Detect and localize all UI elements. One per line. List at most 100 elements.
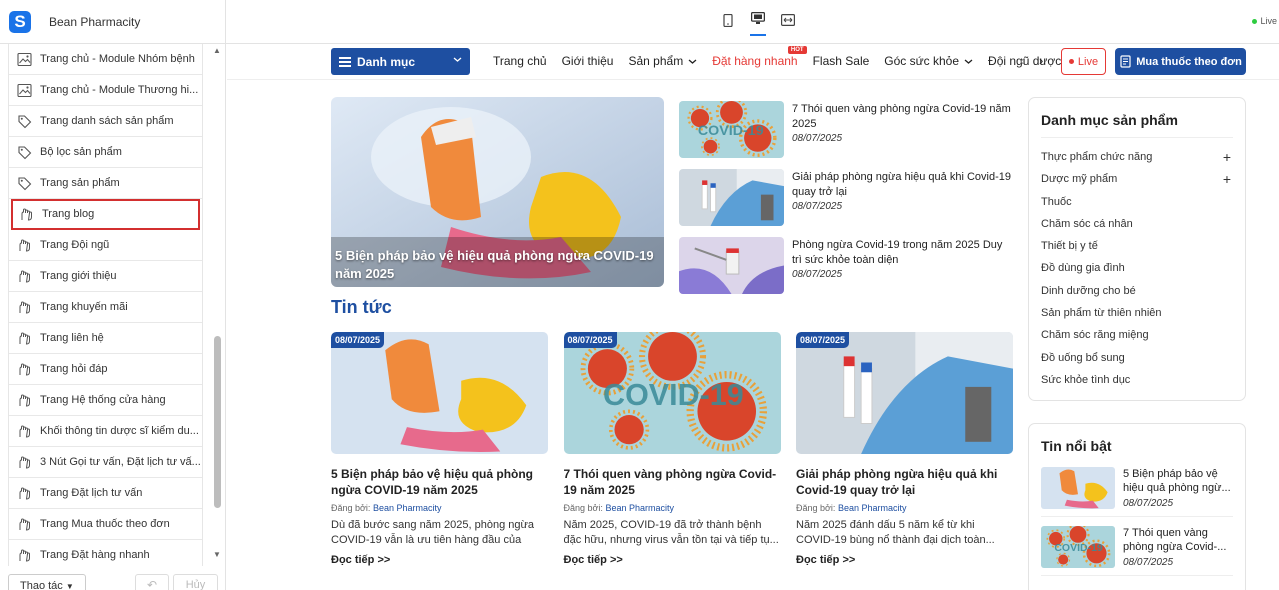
side-news-item[interactable]: Phòng ngừa Covid-19 trong năm 2025 Duy t… [679,237,1019,305]
sidebar-item[interactable]: Trang hỏi đáp [9,354,202,385]
category-item[interactable]: Sức khỏe tình dục [1041,369,1245,391]
category-label[interactable]: Sức khỏe tình dục [1041,374,1130,386]
category-label[interactable]: Thiết bị y tế [1041,240,1098,252]
side-news-thumbnail[interactable] [679,169,784,226]
sidebar-item[interactable]: Trang Đặt lịch tư vấn [9,478,202,509]
side-news-title[interactable]: 7 Thói quen vàng phòng ngừa Covid-19 năm… [792,102,1014,132]
nav-item[interactable]: Giới thiệu [562,54,614,68]
category-item[interactable]: Sản phẩm từ thiên nhiên [1041,302,1245,324]
category-label[interactable]: Chăm sóc răng miệng [1041,329,1149,341]
hand-icon [19,362,30,376]
featured-item[interactable]: COVID-19 7 Thói quen vàng phòng ngừa Cov… [1041,517,1233,576]
category-item[interactable]: Thuốc [1041,191,1245,213]
featured-thumbnail[interactable] [1041,467,1115,509]
news-card[interactable]: 08/07/2025 5 Biện pháp bảo vệ hiệu quả p… [331,332,548,566]
sidebar-item[interactable]: Trang khuyến mãi [9,292,202,323]
live-button[interactable]: Live [1061,48,1106,75]
scrollbar-thumb[interactable] [214,336,221,508]
fullscreen-view-icon[interactable] [780,12,796,28]
sidebar-item[interactable]: 3 Nút Gọi tư vấn, Đặt lịch tư vấ... [9,447,202,478]
featured-title-text[interactable]: 5 Biện pháp bảo vệ hiệu quả phòng ngừ... [1123,467,1235,495]
category-item[interactable]: Dinh dưỡng cho bé [1041,280,1245,302]
nav-item[interactable]: Trang chủ [493,54,547,68]
news-card-title[interactable]: 7 Thói quen vàng phòng ngừa Covid-19 năm… [564,466,781,498]
news-card-title[interactable]: 5 Biện pháp bảo vệ hiệu quả phòng ngừa C… [331,466,548,498]
author-name[interactable]: Bean Pharmacity [373,503,442,513]
category-item[interactable]: Đồ uống bổ sung [1041,347,1245,369]
actions-dropdown[interactable]: Thao tác ▼ [8,574,86,590]
category-label[interactable]: Dinh dưỡng cho bé [1041,285,1136,297]
buy-prescription-button[interactable]: Mua thuốc theo đơn [1115,48,1246,75]
sidebar-item[interactable]: Trang Mua thuốc theo đơn [9,509,202,540]
sidebar-item[interactable]: Trang Đội ngũ [9,230,202,261]
nav-item[interactable]: Đặt hàng nhanh HOT [712,46,807,68]
side-news-title[interactable]: Giải pháp phòng ngừa hiệu quả khi Covid-… [792,170,1014,200]
news-card[interactable]: 08/07/2025 Giải pháp phòng ngừa hiệu quả… [796,332,1013,566]
cancel-button[interactable]: Hủy [173,574,218,590]
category-item[interactable]: Chăm sóc cá nhân [1041,213,1245,235]
author-name[interactable]: Bean Pharmacity [605,503,674,513]
hero-article[interactable]: 5 Biện pháp bảo vệ hiệu quả phòng ngừa C… [331,97,664,287]
news-card-image[interactable]: 08/07/2025 [796,332,1013,454]
hero-title[interactable]: 5 Biện pháp bảo vệ hiệu quả phòng ngừa C… [335,247,660,283]
category-label[interactable]: Dược mỹ phẩm [1041,173,1117,185]
read-more-link[interactable]: Đọc tiếp >> [564,554,781,566]
category-label[interactable]: Thuốc [1041,196,1072,208]
sidebar-item[interactable]: Trang liên hệ [9,323,202,354]
side-news-title[interactable]: Phòng ngừa Covid-19 trong năm 2025 Duy t… [792,238,1014,268]
news-card-image[interactable]: 08/07/2025 [331,332,548,454]
news-card-title[interactable]: Giải pháp phòng ngừa hiệu quả khi Covid-… [796,466,1013,498]
mobile-view-icon[interactable] [720,12,736,28]
sidebar-item[interactable]: Trang chủ - Module Thương hi... [9,75,202,106]
featured-title: Tin nổi bật [1041,438,1112,454]
scroll-down-icon[interactable]: ▼ [212,550,222,560]
side-news-thumbnail[interactable] [679,237,784,294]
sidebar-scrollbar[interactable]: ▲ ▼ [212,44,222,566]
category-item[interactable]: Thiết bị y tế [1041,235,1245,257]
category-label[interactable]: Sản phẩm từ thiên nhiên [1041,307,1162,319]
nav-item[interactable]: Sản phẩm [628,54,697,68]
side-news-item[interactable]: COVID-19 7 Thói quen vàng phòng ngừa Cov… [679,101,1019,169]
nav-prev-icon[interactable]: ‹ [1020,53,1024,68]
sidebar-item[interactable]: Trang sản phẩm [9,168,202,199]
news-card-image[interactable]: COVID-19 08/07/2025 [563,332,781,454]
expand-plus-icon[interactable]: + [1223,146,1231,168]
category-label[interactable]: Thực phẩm chức năng [1041,151,1152,163]
nav-item[interactable]: Góc sức khỏe [884,54,973,68]
sidebar-item[interactable]: Trang Hệ thống cửa hàng [9,385,202,416]
sidebar-item[interactable]: Khối thông tin dược sĩ kiểm du... [9,416,202,447]
desktop-view-icon[interactable] [750,8,766,36]
nav-item[interactable]: Flash Sale [813,54,870,68]
sidebar-item[interactable]: Trang chủ - Module Nhóm bệnh [9,44,202,75]
featured-thumbnail[interactable]: COVID-19 [1041,526,1115,568]
sidebar-item[interactable]: Trang giới thiệu [9,261,202,292]
category-menu-button[interactable]: Danh mục [331,48,470,75]
category-item[interactable]: Thực phẩm chức năng + [1041,146,1245,168]
category-label[interactable]: Đồ uống bổ sung [1041,352,1125,364]
undo-button[interactable]: ↶ [135,574,169,590]
read-more-link[interactable]: Đọc tiếp >> [796,554,1013,566]
author-name[interactable]: Bean Pharmacity [838,503,907,513]
nav-item[interactable]: Đội ngũ dược [988,54,1061,68]
featured-item[interactable]: 5 Biện pháp bảo vệ hiệu quả phòng ngừ...… [1041,458,1233,517]
sidebar-item-label: Trang danh sách sản phẩm [40,115,174,127]
sidebar-item[interactable]: Bộ lọc sản phẩm [9,137,202,168]
featured-title-text[interactable]: 7 Thói quen vàng phòng ngừa Covid-... [1123,526,1235,554]
expand-plus-icon[interactable]: + [1223,168,1231,190]
news-card[interactable]: COVID-19 08/07/2025 7 Thói quen vàng phòn… [563,332,781,566]
category-label[interactable]: Đồ dùng gia đình [1041,262,1125,274]
category-item[interactable]: Dược mỹ phẩm + [1041,168,1245,190]
read-more-link[interactable]: Đọc tiếp >> [331,554,548,566]
sidebar-item[interactable]: Trang danh sách sản phẩm [9,106,202,137]
nav-next-icon[interactable]: › [1039,53,1043,68]
scroll-up-icon[interactable]: ▲ [212,46,222,56]
author-prefix: Đăng bởi: [331,503,371,513]
side-news-item[interactable]: Giải pháp phòng ngừa hiệu quả khi Covid-… [679,169,1019,237]
category-item[interactable]: Đồ dùng gia đình [1041,257,1245,279]
featured-news-box: Tin nổi bật 5 Biện pháp bảo vệ hiệu quả … [1028,423,1246,590]
sidebar-item[interactable]: Trang Đặt hàng nhanh [9,540,202,566]
category-label[interactable]: Chăm sóc cá nhân [1041,218,1133,230]
sidebar-item[interactable]: Trang blog [11,199,200,230]
category-item[interactable]: Chăm sóc răng miệng [1041,324,1245,346]
side-news-thumbnail[interactable]: COVID-19 [679,101,784,158]
